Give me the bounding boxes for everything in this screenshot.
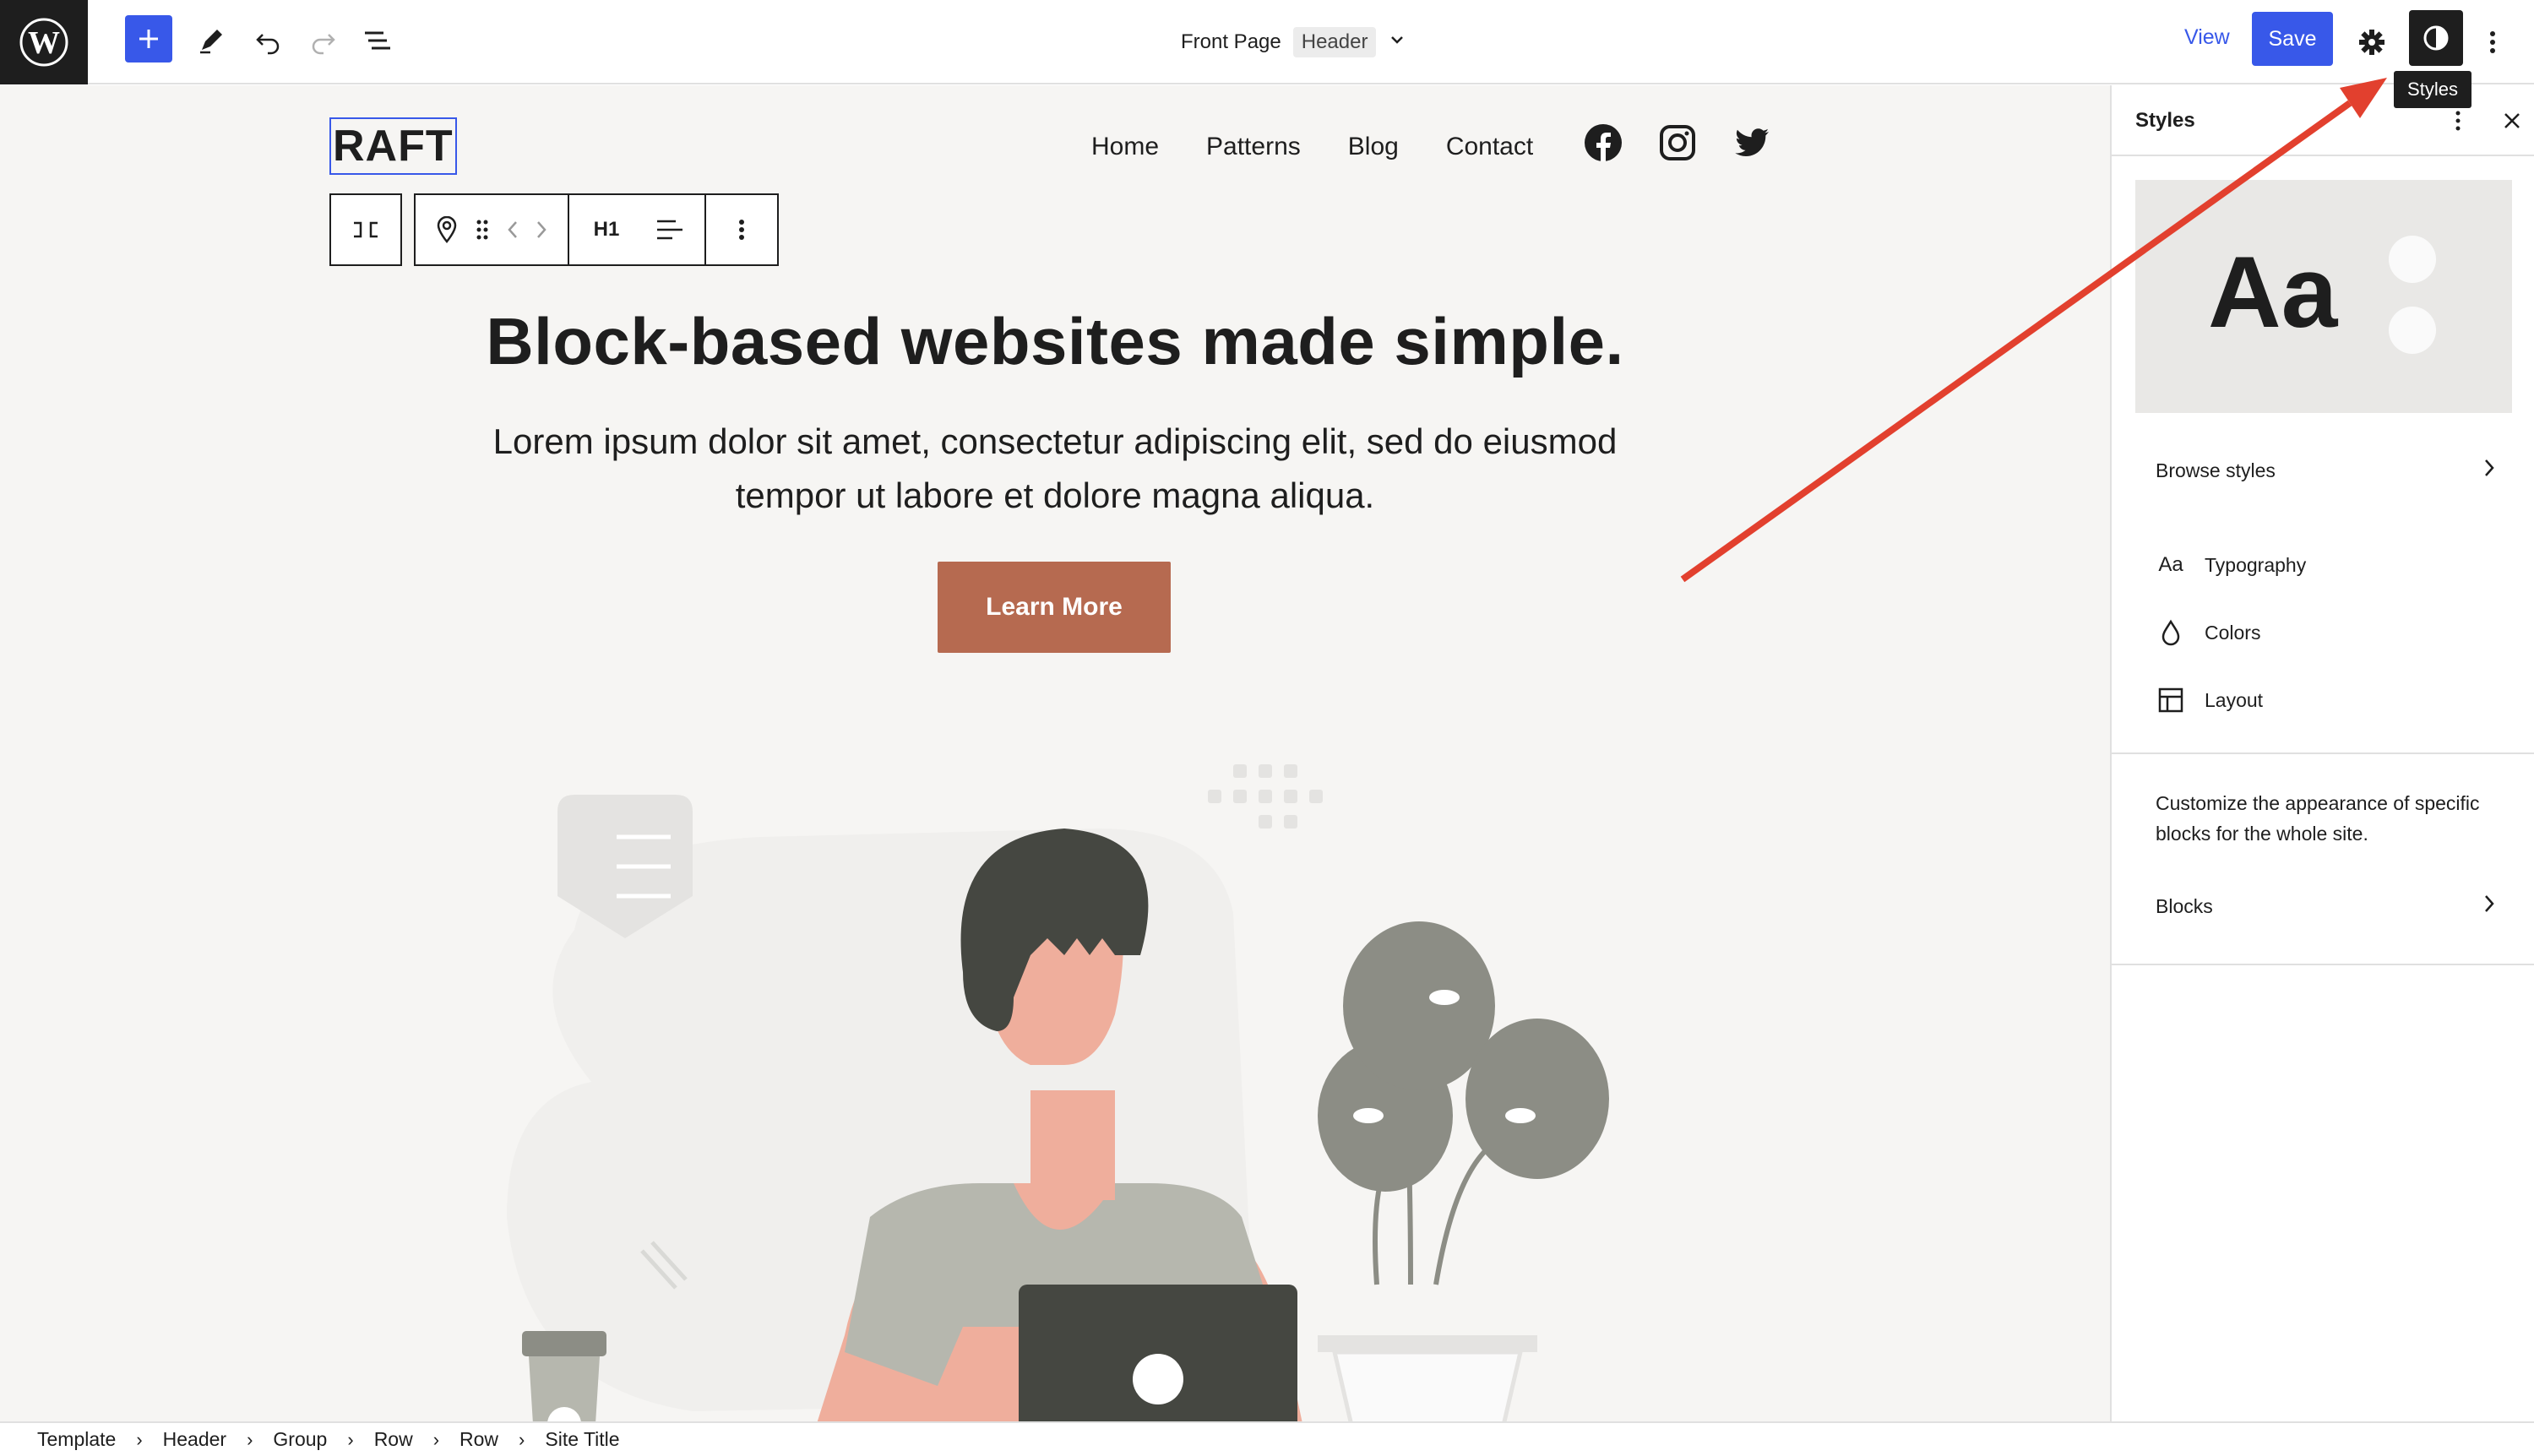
block-toolbar-parent-group <box>329 193 402 266</box>
move-right-chevron-icon[interactable] <box>527 195 556 264</box>
select-parent-row-icon[interactable] <box>331 195 400 264</box>
styles-sidebar: Styles Aa Browse styles Aa Typography Co… <box>2110 85 2534 1421</box>
heading-level-button[interactable]: H1 <box>569 195 644 264</box>
blocks-item[interactable]: Blocks <box>2135 884 2512 928</box>
nav-item-home[interactable]: Home <box>1091 133 1159 161</box>
redo-icon[interactable] <box>301 19 345 62</box>
svg-text:W: W <box>28 25 60 61</box>
layout-icon <box>2156 685 2186 715</box>
edit-tool-pencil-icon[interactable] <box>189 19 233 62</box>
move-left-chevron-icon[interactable] <box>498 195 527 264</box>
sidebar-item-colors[interactable]: Colors <box>2135 609 2512 656</box>
chevron-right-icon: › <box>247 1428 253 1450</box>
breadcrumb-row[interactable]: Row <box>459 1428 498 1451</box>
twitter-icon[interactable] <box>1732 122 1772 167</box>
block-toolbar-main-group: H1 <box>414 193 779 266</box>
blocks-label: Blocks <box>2156 894 2213 917</box>
save-button[interactable]: Save <box>2252 12 2333 66</box>
facebook-icon[interactable] <box>1583 122 1623 167</box>
settings-gear-icon[interactable] <box>2348 19 2395 66</box>
hero-heading[interactable]: Block-based websites made simple. <box>0 303 2110 380</box>
instagram-icon[interactable] <box>1657 122 1698 167</box>
chevron-right-icon <box>2482 893 2497 920</box>
document-title-bar[interactable]: Front Page Header <box>1181 24 1406 61</box>
document-title: Front Page <box>1181 30 1281 53</box>
styles-toggle-half-circle-icon[interactable] <box>2409 10 2463 66</box>
sidebar-item-label: Typography <box>2205 553 2307 576</box>
chevron-right-icon <box>2482 457 2497 484</box>
chevron-right-icon: › <box>347 1428 354 1450</box>
breadcrumb-group[interactable]: Group <box>273 1428 327 1451</box>
template-part-badge: Header <box>1292 27 1377 57</box>
chevron-down-icon[interactable] <box>1388 30 1406 55</box>
options-kebab-icon[interactable] <box>2471 19 2514 66</box>
preview-color-dot <box>2389 236 2436 283</box>
list-view-icon[interactable] <box>355 19 399 62</box>
typography-icon: Aa <box>2158 553 2183 576</box>
breadcrumb-site-title: Site Title <box>545 1428 620 1450</box>
hero-paragraph[interactable]: Lorem ipsum dolor sit amet, consectetur … <box>485 415 1625 523</box>
sidebar-title: Styles <box>2135 109 2195 132</box>
learn-more-button[interactable]: Learn More <box>938 562 1171 653</box>
sidebar-divider <box>2112 752 2534 754</box>
wordpress-logo-icon[interactable]: W <box>0 0 88 84</box>
site-title-block[interactable]: RAFT <box>329 117 457 175</box>
sidebar-item-layout[interactable]: Layout <box>2135 676 2512 724</box>
social-icons <box>1583 122 1772 167</box>
block-options-kebab-icon[interactable] <box>706 195 777 264</box>
editor-canvas: RAFT Home Patterns Blog Contact H1 Block… <box>0 85 2110 1421</box>
browse-styles-item[interactable]: Browse styles <box>2135 448 2512 492</box>
nav-item-contact[interactable]: Contact <box>1446 133 1533 161</box>
navigation-menu: Home Patterns Blog Contact <box>1091 133 1533 161</box>
sidebar-item-label: Colors <box>2205 621 2261 644</box>
nav-item-blog[interactable]: Blog <box>1348 133 1399 161</box>
block-toolbar: H1 <box>329 193 779 266</box>
sidebar-divider <box>2112 964 2534 965</box>
style-preview[interactable]: Aa <box>2135 180 2512 413</box>
chevron-right-icon: › <box>519 1428 525 1450</box>
align-left-icon[interactable] <box>644 195 696 264</box>
sidebar-item-typography[interactable]: Aa Typography <box>2135 541 2512 589</box>
droplet-icon <box>2156 617 2186 648</box>
site-title-pin-icon[interactable] <box>427 195 466 264</box>
breadcrumb-row[interactable]: Row <box>374 1428 413 1451</box>
hero-illustration <box>507 764 1609 1421</box>
styles-tooltip: Styles <box>2394 71 2471 108</box>
view-button[interactable]: View <box>2184 25 2230 50</box>
drag-handle-icon[interactable] <box>466 195 498 264</box>
add-block-button[interactable] <box>125 15 172 62</box>
undo-icon[interactable] <box>247 19 291 62</box>
breadcrumb-header[interactable]: Header <box>163 1428 226 1451</box>
chevron-right-icon: › <box>136 1428 143 1450</box>
browse-styles-label: Browse styles <box>2156 459 2276 481</box>
style-preview-text: Aa <box>2208 236 2338 349</box>
preview-color-dot <box>2389 307 2436 354</box>
editor-header: W Front Page Header View Save <box>0 0 2534 84</box>
breadcrumb-template[interactable]: Template <box>37 1428 116 1451</box>
close-icon[interactable] <box>2495 102 2529 139</box>
block-breadcrumb: Template › Header › Group › Row › Row › … <box>0 1421 2534 1456</box>
sidebar-item-label: Layout <box>2205 688 2264 711</box>
chevron-right-icon: › <box>432 1428 440 1450</box>
blocks-description: Customize the appearance of specific blo… <box>2156 792 2480 845</box>
nav-item-patterns[interactable]: Patterns <box>1206 133 1301 161</box>
